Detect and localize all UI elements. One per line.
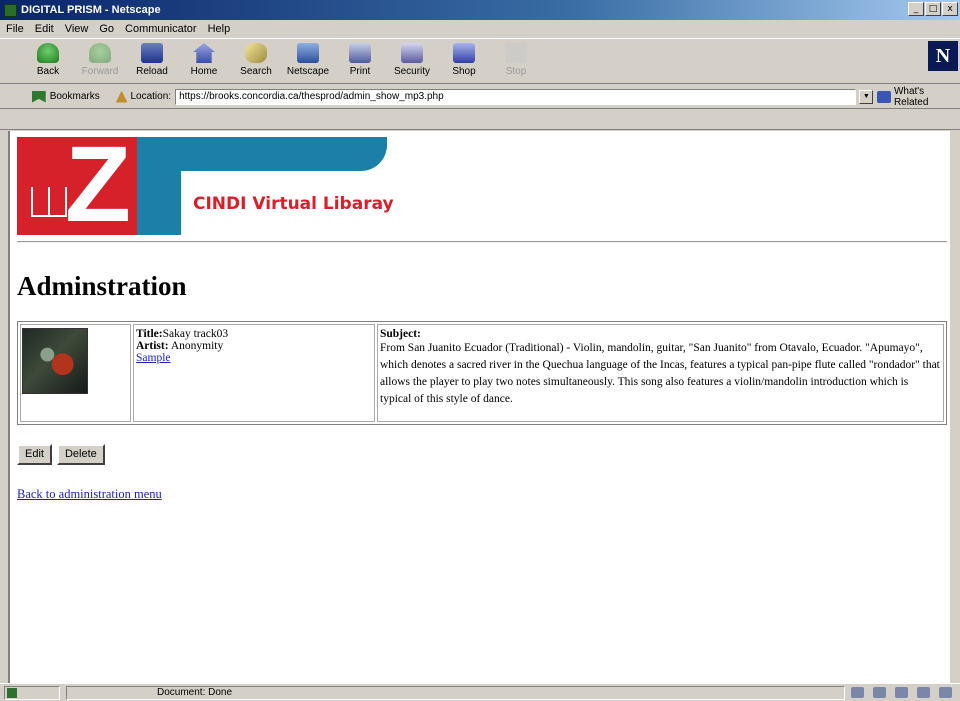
subject-cell: Subject: From San Juanito Ecuador (Tradi… (377, 324, 944, 422)
sample-link[interactable]: Sample (136, 352, 171, 364)
banner-blue-column (137, 171, 181, 235)
whats-related-icon (877, 90, 891, 103)
status-bar: Document: Done (0, 683, 960, 701)
book-icon (31, 187, 67, 217)
personal-toolbar (0, 110, 960, 130)
edit-button[interactable]: Edit (17, 444, 52, 465)
mail-icon[interactable] (873, 687, 886, 698)
whats-related-button[interactable]: What's Related (894, 86, 960, 108)
menu-help[interactable]: Help (208, 23, 231, 35)
forward-label: Forward (81, 66, 119, 77)
security-icon (401, 43, 423, 63)
navigation-toolbar: Back Forward Reload Home Search Netscape… (0, 38, 960, 84)
netscape-logo[interactable]: N (928, 41, 958, 71)
print-label: Print (349, 66, 371, 77)
reload-icon (141, 43, 163, 63)
composer-icon[interactable] (939, 687, 952, 698)
menu-go[interactable]: Go (99, 23, 114, 35)
back-button[interactable]: Back (22, 39, 74, 83)
window-controls: _ □ x (908, 2, 958, 16)
print-button[interactable]: Print (334, 39, 386, 83)
back-arrow-icon (37, 43, 59, 63)
page-content: Z CINDI Virtual Libaray Adminstration Ti… (8, 131, 950, 683)
search-label: Search (240, 66, 272, 77)
menu-file[interactable]: File (6, 23, 24, 35)
shop-button[interactable]: Shop (438, 39, 490, 83)
maximize-button[interactable]: □ (925, 2, 941, 16)
action-buttons: Edit Delete (17, 444, 105, 465)
location-label: Location: (130, 91, 172, 102)
bookmarks-icon (32, 90, 46, 103)
album-thumbnail (22, 328, 88, 394)
shop-label: Shop (452, 66, 476, 77)
menu-communicator[interactable]: Communicator (125, 23, 197, 35)
stop-icon (505, 43, 527, 63)
close-button[interactable]: x (942, 2, 958, 16)
menu-view[interactable]: View (65, 23, 89, 35)
location-icon (115, 90, 128, 103)
groups-icon[interactable] (895, 687, 908, 698)
stop-button[interactable]: Stop (490, 39, 542, 83)
netscape-label: Netscape (286, 66, 330, 77)
security-label: Security (393, 66, 431, 77)
reload-label: Reload (136, 66, 168, 77)
delete-button[interactable]: Delete (56, 444, 105, 465)
home-button[interactable]: Home (178, 39, 230, 83)
artist-value: Anonymity (170, 340, 224, 352)
forward-button[interactable]: Forward (74, 39, 126, 83)
stop-label: Stop (505, 66, 527, 77)
reload-button[interactable]: Reload (126, 39, 178, 83)
minimize-button[interactable]: _ (908, 2, 924, 16)
status-text: Document: Done (66, 685, 845, 700)
subject-text: From San Juanito Ecuador (Traditional) -… (380, 342, 940, 405)
home-icon (193, 43, 215, 63)
forward-arrow-icon (89, 43, 111, 63)
title-value: Sakay track03 (162, 328, 229, 340)
banner-blue-band (137, 137, 387, 171)
print-icon (349, 43, 371, 63)
page-title: Adminstration (17, 271, 187, 301)
bookmarks-button[interactable]: Bookmarks (50, 91, 100, 102)
component-bar (851, 687, 952, 698)
banner-z-logo: Z (65, 131, 131, 244)
back-to-admin-link[interactable]: Back to administration menu (17, 487, 162, 502)
security-status[interactable] (4, 685, 60, 700)
table-row: Title:Sakay track03 Artist: Anonymity Sa… (20, 324, 944, 422)
menu-bar: File Edit View Go Communicator Help (0, 20, 960, 38)
subject-label: Subject: (380, 328, 421, 340)
shop-icon (453, 43, 475, 63)
lock-icon (7, 687, 17, 698)
window-title: DIGITAL PRISM - Netscape (21, 4, 161, 16)
title-label: Title: (136, 328, 163, 340)
search-button[interactable]: Search (230, 39, 282, 83)
url-dropdown-button[interactable]: ▼ (859, 89, 874, 104)
netscape-button[interactable]: Netscape (282, 39, 334, 83)
url-input[interactable] (175, 88, 857, 105)
netscape-app-icon (4, 3, 17, 17)
artist-label: Artist: (136, 340, 169, 352)
info-cell: Title:Sakay track03 Artist: Anonymity Sa… (133, 324, 375, 422)
home-label: Home (190, 66, 218, 77)
banner-title: CINDI Virtual Libaray (193, 194, 394, 214)
divider (17, 241, 947, 243)
netscape-icon (297, 43, 319, 63)
browser-window: DIGITAL PRISM - Netscape _ □ x File Edit… (0, 0, 960, 701)
thumbnail-cell (20, 324, 131, 422)
location-toolbar: Bookmarks Location: ▼ What's Related (0, 85, 960, 109)
menu-edit[interactable]: Edit (35, 23, 54, 35)
security-button[interactable]: Security (386, 39, 438, 83)
back-label: Back (36, 66, 60, 77)
cindi-banner: Z CINDI Virtual Libaray (17, 131, 394, 244)
item-table: Title:Sakay track03 Artist: Anonymity Sa… (17, 321, 947, 425)
title-bar: DIGITAL PRISM - Netscape _ □ x (0, 0, 960, 20)
search-icon (245, 43, 267, 63)
navigator-icon[interactable] (851, 687, 864, 698)
address-book-icon[interactable] (917, 687, 930, 698)
